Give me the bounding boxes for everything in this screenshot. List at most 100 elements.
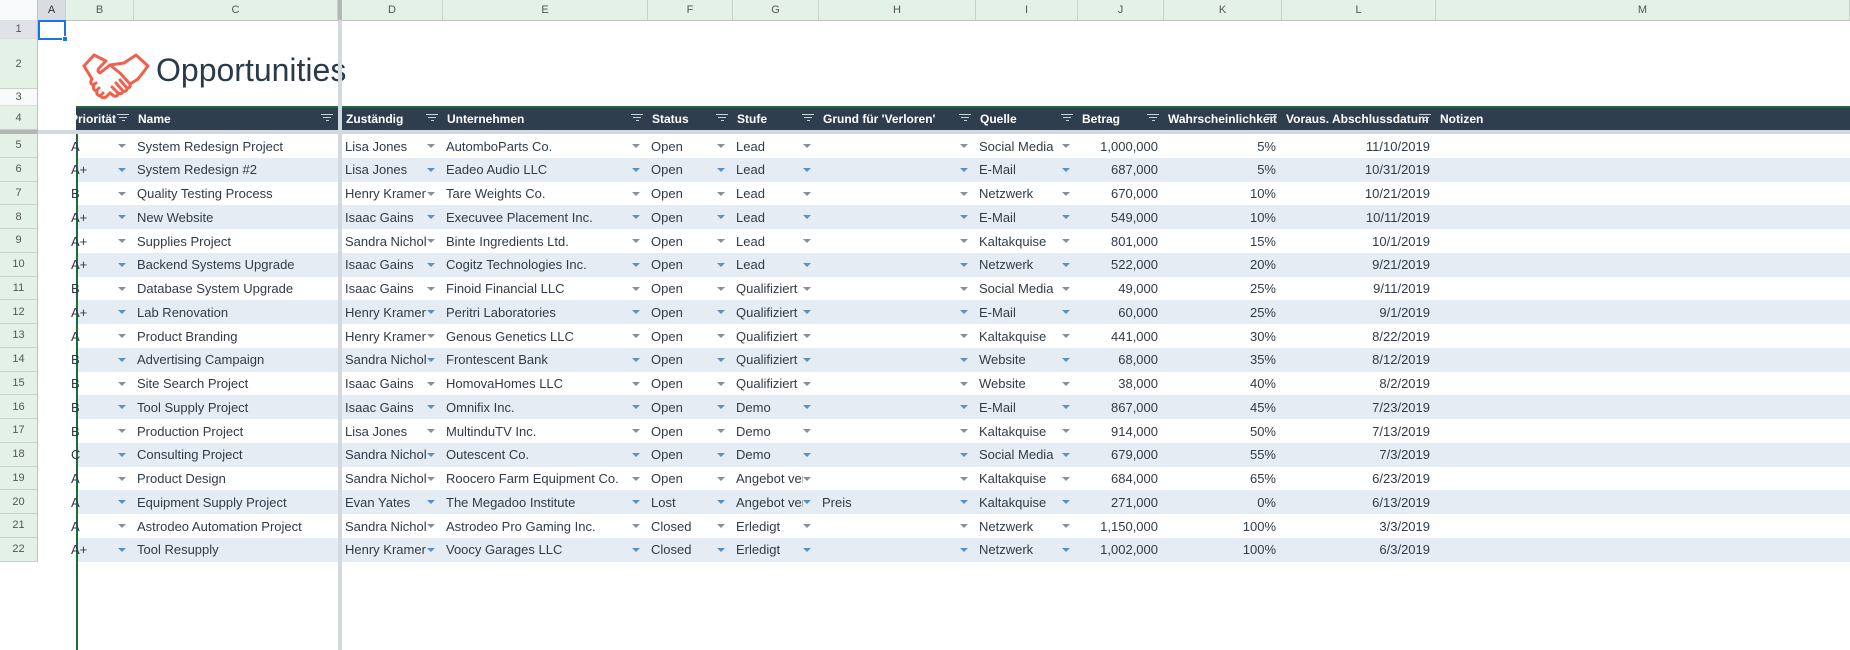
spreadsheet-grid[interactable]: ABCDEFGHIJKLM 1 2 3 4 5 6 7 8 9 10 11 12 13 14 15 16 17 1… xyxy=(0,0,1850,650)
table-row[interactable]: B Advertising Campaign Sandra Nichols Front… xyxy=(71,347,1850,372)
select-all-corner[interactable] xyxy=(0,0,38,20)
dropdown-arrow-icon[interactable] xyxy=(960,476,968,481)
cell-owner[interactable]: Henry Kramer xyxy=(342,538,427,562)
dropdown-arrow-icon[interactable] xyxy=(717,452,725,457)
filter-icon[interactable] xyxy=(802,114,814,124)
cell-name[interactable]: New Website xyxy=(134,205,338,229)
dropdown-arrow-icon[interactable] xyxy=(632,144,640,148)
dropdown-arrow-icon[interactable] xyxy=(632,429,640,433)
cell-stage[interactable]: Qualifiziert xyxy=(733,324,803,348)
cell-amount[interactable]: 1,150,000 xyxy=(1078,514,1164,538)
table-row[interactable]: A+ System Redesign #2 Lisa Jones Eadeo Audi… xyxy=(71,157,1850,182)
dropdown-arrow-icon[interactable] xyxy=(960,381,968,386)
cell-owner[interactable]: Isaac Gains xyxy=(342,253,427,277)
cell-name[interactable]: Tool Supply Project xyxy=(134,395,338,419)
dropdown-arrow-icon[interactable] xyxy=(427,357,435,362)
cell-amount[interactable]: 914,000 xyxy=(1078,419,1164,443)
cell-notes[interactable] xyxy=(1436,395,1850,419)
filter-icon[interactable] xyxy=(1419,114,1431,124)
dropdown-arrow-icon[interactable] xyxy=(118,239,126,243)
cell-stage[interactable]: Qualifiziert xyxy=(733,277,803,301)
cell-owner[interactable]: Isaac Gains xyxy=(342,205,427,229)
frozen-row-handle[interactable] xyxy=(0,130,38,134)
cell-name[interactable]: System Redesign #2 xyxy=(134,158,338,182)
dropdown-arrow-icon[interactable] xyxy=(717,310,725,315)
row-header-6[interactable]: 6 xyxy=(0,157,38,182)
row-header-1[interactable]: 1 xyxy=(0,20,38,39)
cell-prio[interactable]: A xyxy=(68,324,120,348)
cell-stage[interactable]: Demo xyxy=(733,419,803,443)
cell-probability[interactable]: 25% xyxy=(1164,277,1282,301)
cell-notes[interactable] xyxy=(1436,324,1850,348)
cell-probability[interactable]: 25% xyxy=(1164,300,1282,324)
dropdown-arrow-icon[interactable] xyxy=(1062,524,1070,528)
dropdown-arrow-icon[interactable] xyxy=(960,262,968,267)
cell-lost-reason[interactable]: Preis xyxy=(819,490,960,514)
dropdown-arrow-icon[interactable] xyxy=(717,262,725,267)
cell-company[interactable]: Tare Weights Co. xyxy=(443,182,632,206)
cell-name[interactable]: Product Branding xyxy=(134,324,338,348)
dropdown-arrow-icon[interactable] xyxy=(717,286,725,291)
dropdown-arrow-icon[interactable] xyxy=(1062,547,1070,552)
cell-company[interactable]: AutomboParts Co. xyxy=(443,134,632,158)
cell-source[interactable]: Social Media xyxy=(976,443,1062,467)
cell-notes[interactable] xyxy=(1436,348,1850,372)
cell-status[interactable]: Lost xyxy=(648,490,717,514)
dropdown-arrow-icon[interactable] xyxy=(1062,500,1070,505)
cell-close-date[interactable]: 8/22/2019 xyxy=(1282,324,1436,348)
cell-stage[interactable]: Qualifiziert xyxy=(733,348,803,372)
cell-amount[interactable]: 687,000 xyxy=(1078,158,1164,182)
dropdown-arrow-icon[interactable] xyxy=(960,167,968,172)
dropdown-arrow-icon[interactable] xyxy=(960,191,968,196)
table-row[interactable]: A+ New Website Isaac Gains Execuvee Placeme… xyxy=(71,205,1850,230)
cell-probability[interactable]: 50% xyxy=(1164,419,1282,443)
dropdown-arrow-icon[interactable] xyxy=(427,310,435,315)
cell-source[interactable]: E-Mail xyxy=(976,395,1062,419)
cell-status[interactable]: Closed xyxy=(648,514,717,538)
cell-status[interactable]: Open xyxy=(648,253,717,277)
dropdown-arrow-icon[interactable] xyxy=(118,452,126,457)
cell-close-date[interactable]: 7/13/2019 xyxy=(1282,419,1436,443)
cell-source[interactable]: Kaltakquise xyxy=(976,467,1062,491)
filter-icon[interactable] xyxy=(1147,114,1159,124)
cell-company[interactable]: Eadeo Audio LLC xyxy=(443,158,632,182)
column-header-i[interactable]: I xyxy=(976,0,1078,20)
cell-status[interactable]: Open xyxy=(648,419,717,443)
row-header-20[interactable]: 20 xyxy=(0,490,38,514)
dropdown-arrow-icon[interactable] xyxy=(717,357,725,362)
cell-owner[interactable]: Lisa Jones xyxy=(342,419,427,443)
cell-notes[interactable] xyxy=(1436,372,1850,396)
dropdown-arrow-icon[interactable] xyxy=(1062,215,1070,220)
filter-icon[interactable] xyxy=(959,114,971,124)
cell-name[interactable]: Advertising Campaign xyxy=(134,348,338,372)
cell-close-date[interactable]: 6/3/2019 xyxy=(1282,538,1436,562)
cell-company[interactable]: The Megadoo Institute xyxy=(443,490,632,514)
cell-lost-reason[interactable] xyxy=(819,372,960,396)
dropdown-arrow-icon[interactable] xyxy=(1062,476,1070,481)
cell-owner[interactable]: Isaac Gains xyxy=(342,372,427,396)
cell-name[interactable]: Supplies Project xyxy=(134,229,338,253)
row-header-15[interactable]: 15 xyxy=(0,371,38,396)
cell-close-date[interactable]: 10/21/2019 xyxy=(1282,182,1436,206)
row-header-4[interactable]: 4 xyxy=(0,106,38,130)
cell-amount[interactable]: 867,000 xyxy=(1078,395,1164,419)
dropdown-arrow-icon[interactable] xyxy=(1062,310,1070,315)
cell-prio[interactable]: A xyxy=(68,467,120,491)
row-header-10[interactable]: 10 xyxy=(0,252,38,277)
column-header-a[interactable]: A xyxy=(38,0,66,20)
row-header-19[interactable]: 19 xyxy=(0,466,38,491)
column-header-j[interactable]: J xyxy=(1078,0,1164,20)
dropdown-arrow-icon[interactable] xyxy=(803,500,811,505)
row-header-12[interactable]: 12 xyxy=(0,300,38,324)
cell-stage[interactable]: Lead xyxy=(733,229,803,253)
cell-probability[interactable]: 40% xyxy=(1164,372,1282,396)
cell-close-date[interactable]: 7/3/2019 xyxy=(1282,443,1436,467)
cell-prio[interactable]: A+ xyxy=(68,253,120,277)
table-row[interactable]: A+ Tool Resupply Henry Kramer Voocy Garages… xyxy=(71,537,1850,562)
dropdown-arrow-icon[interactable] xyxy=(717,547,725,552)
dropdown-arrow-icon[interactable] xyxy=(118,334,126,338)
dropdown-arrow-icon[interactable] xyxy=(427,262,435,267)
cell-prio[interactable]: A xyxy=(68,514,120,538)
dropdown-arrow-icon[interactable] xyxy=(427,405,435,410)
dropdown-arrow-icon[interactable] xyxy=(803,215,811,220)
